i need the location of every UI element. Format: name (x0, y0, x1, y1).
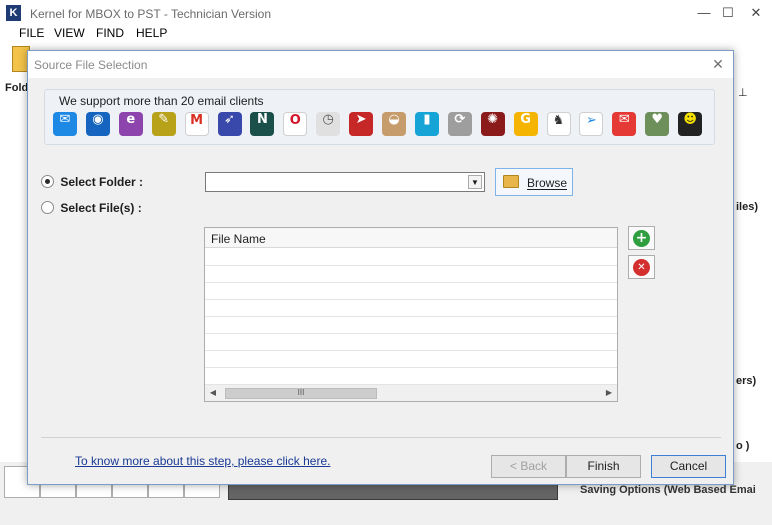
powermail-icon: ➤ (349, 112, 374, 136)
dialog-close-icon[interactable]: ✕ (709, 55, 727, 73)
spicebird-icon: ◷ (316, 112, 341, 136)
horizontal-scrollbar[interactable]: ◀ III ▶ (205, 384, 617, 401)
supported-clients-box: We support more than 20 email clients ✉ ◉… (44, 89, 715, 145)
menu-bar: FILE VIEW FIND HELP (0, 24, 772, 44)
back-button[interactable]: < Back (491, 455, 566, 478)
select-folder-radio[interactable] (41, 175, 54, 188)
supported-clients-caption: We support more than 20 email clients (59, 94, 264, 108)
table-row[interactable] (205, 368, 617, 385)
dialog-divider (41, 437, 721, 438)
source-file-selection-dialog: Source File Selection ✕ We support more … (27, 50, 734, 485)
scroll-right-icon[interactable]: ▶ (604, 388, 614, 398)
table-row[interactable] (205, 266, 617, 283)
saving-options-label: Saving Options (Web Based Emai (580, 484, 756, 496)
menu-find[interactable]: FIND (96, 26, 124, 40)
right-panel-text: ers) (736, 375, 757, 387)
netscape-icon: N (250, 112, 275, 136)
file-list-grid[interactable]: File Name ◀ III ▶ (204, 227, 618, 402)
select-files-label: Select File(s) : (60, 201, 142, 215)
right-panel: ⊥ iles) ers) o ) (733, 76, 772, 486)
browse-button[interactable]: Browse (495, 168, 573, 196)
menu-help[interactable]: HELP (136, 26, 167, 40)
cancel-button[interactable]: Cancel (651, 455, 726, 478)
app-logo-icon: K (6, 5, 21, 21)
select-files-radio[interactable] (41, 201, 54, 214)
table-row[interactable] (205, 249, 617, 266)
postbox-icon: ➶ (217, 112, 242, 136)
chevron-down-icon[interactable]: ▼ (468, 175, 482, 189)
mutt-icon: ♞ (546, 112, 571, 136)
finish-button[interactable]: Finish (566, 455, 641, 478)
table-row[interactable] (205, 351, 617, 368)
help-link[interactable]: To know more about this step, please cli… (75, 454, 330, 468)
eudora-icon: e (118, 112, 143, 136)
close-window-button[interactable]: ✕ (742, 4, 770, 22)
thunderbird-icon: ◉ (85, 112, 110, 136)
folder-path-combobox[interactable]: ▼ (205, 172, 485, 192)
add-file-button[interactable]: + (628, 226, 655, 250)
main-titlebar: K Kernel for MBOX to PST - Technician Ve… (0, 0, 772, 26)
table-row[interactable] (205, 283, 617, 300)
cocoa-icon: ✺ (480, 112, 505, 136)
select-files-option[interactable]: Select File(s) : (41, 201, 142, 215)
claws-mail-icon: ▮ (414, 112, 439, 136)
window-title: Kernel for MBOX to PST - Technician Vers… (30, 7, 272, 21)
select-folder-label: Select Folder : (60, 175, 144, 189)
remove-file-button[interactable]: ✕ (628, 255, 655, 279)
mulberry-icon: ➢ (579, 112, 604, 136)
table-row[interactable] (205, 334, 617, 351)
scroll-left-icon[interactable]: ◀ (208, 388, 218, 398)
folder-panel: Fold (0, 76, 30, 476)
the-bat-icon: ☻ (678, 112, 703, 136)
dialog-titlebar: Source File Selection ✕ (28, 51, 733, 78)
browse-label: Browse (527, 176, 568, 190)
folder-open-icon (503, 175, 519, 188)
table-row[interactable] (205, 317, 617, 334)
plus-icon: + (633, 230, 650, 247)
menu-file[interactable]: FILE (19, 26, 44, 40)
mailcopa-icon: ✉ (612, 112, 637, 136)
column-header-file-name[interactable]: File Name (211, 232, 266, 246)
table-row[interactable] (205, 300, 617, 317)
maximize-button[interactable]: ☐ (714, 4, 742, 22)
dialog-title: Source File Selection (34, 58, 148, 72)
gmail-icon: M (184, 112, 209, 136)
gyazmail-icon: G (513, 112, 538, 136)
grid-header: File Name (205, 228, 617, 248)
evolution-icon: ♥ (645, 112, 670, 136)
sylpheed-icon: ⟳ (447, 112, 472, 136)
select-folder-option[interactable]: Select Folder : (41, 175, 143, 189)
pin-icon[interactable]: ⊥ (738, 86, 748, 99)
scroll-thumb[interactable]: III (225, 388, 377, 399)
menu-view[interactable]: VIEW (54, 26, 85, 40)
right-panel-text: iles) (736, 201, 759, 213)
mail-app-icon: ✉ (53, 112, 77, 136)
opera-icon: O (283, 112, 308, 136)
entourage-icon: ✎ (151, 112, 176, 136)
folder-panel-label: Fold (5, 82, 29, 94)
remove-icon: ✕ (633, 259, 650, 276)
seamonkey-icon: ◒ (382, 112, 406, 136)
right-panel-text: o ) (736, 440, 750, 452)
